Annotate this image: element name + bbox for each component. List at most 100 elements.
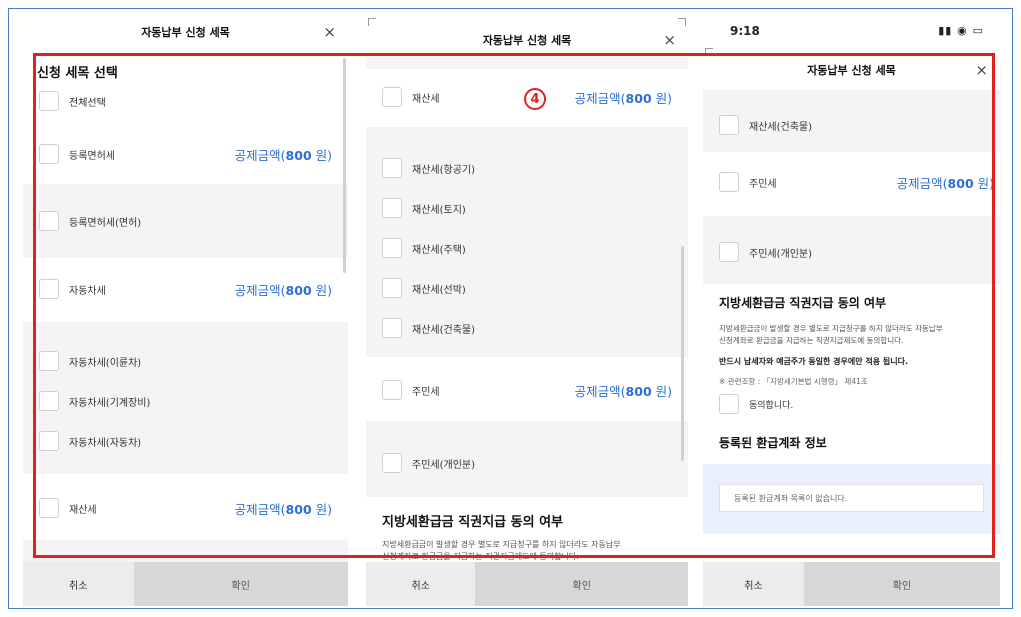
scrollbar[interactable]	[681, 246, 684, 461]
sub-items-group	[366, 57, 688, 69]
dialog-header: 자동납부 신청 세목 ×	[366, 18, 688, 62]
related-law: ※ 관련조항 : 「지방세기본법 시행령」 제41조	[719, 377, 868, 386]
tax-label: 재산세(항공기)	[412, 164, 476, 176]
tax-label: 자동차세(자동차)	[69, 437, 142, 449]
account-title: 등록된 환급계좌 정보	[719, 436, 827, 450]
tax-label: 등록면허세	[69, 150, 115, 162]
panel-3: 9:18 ▮▮ ◉ ▭ 자동납부 신청 세목 × 재산세(건축물) 주민세 공제…	[703, 10, 1000, 606]
no-account-message: 등록된 환급계좌 목록이 없습니다.	[719, 484, 984, 512]
confirm-button[interactable]: 확인	[475, 562, 688, 606]
checkbox[interactable]	[39, 498, 59, 518]
checkbox[interactable]	[719, 172, 739, 192]
agree-row[interactable]: 동의합니다.	[703, 389, 1000, 419]
checkbox[interactable]	[39, 211, 59, 231]
tax-label: 재산세(건축물)	[749, 121, 813, 133]
checkbox[interactable]	[39, 144, 59, 164]
consent-title: 지방세환급금 직권지급 동의 여부	[719, 296, 887, 310]
tax-label: 주민세(개인분)	[749, 248, 813, 260]
close-icon[interactable]: ×	[323, 23, 336, 41]
select-all-label: 전체선택	[69, 97, 106, 109]
close-icon[interactable]: ×	[975, 61, 988, 79]
tax-row[interactable]: 재산세(토지)	[366, 193, 688, 223]
tax-label: 자동차세(기계장비)	[69, 397, 151, 409]
deduction-amount: 공제금액(800 원)	[574, 383, 672, 399]
checkbox[interactable]	[382, 198, 402, 218]
agree-checkbox[interactable]	[719, 394, 739, 414]
checkbox[interactable]	[39, 391, 59, 411]
status-bar: 9:18 ▮▮ ◉ ▭	[703, 10, 1000, 48]
tax-row[interactable]: 자동차세(기계장비)	[23, 386, 348, 416]
tax-row[interactable]: 자동차세(이륜차)	[23, 346, 348, 376]
deduction-amount: 공제금액(800 원)	[234, 282, 332, 298]
bottom-actions: 취소 확인	[703, 562, 1000, 606]
bottom-actions: 취소 확인	[366, 562, 688, 606]
checkbox[interactable]	[719, 242, 739, 262]
sub-items-group: 자동차세(이륜차) 자동차세(기계장비) 자동차세(자동차)	[23, 322, 348, 474]
agree-label: 동의합니다.	[749, 400, 794, 411]
sub-items-group: 등록면허세(면허)	[23, 184, 348, 258]
checkbox[interactable]	[39, 351, 59, 371]
tax-row[interactable]: 재산세(주택)	[366, 233, 688, 263]
cancel-button[interactable]: 취소	[23, 562, 134, 606]
checkbox[interactable]	[39, 431, 59, 451]
tax-label: 재산세(선박)	[412, 284, 466, 296]
checkbox[interactable]	[39, 279, 59, 299]
tax-label: 재산세(건축물)	[412, 324, 476, 336]
tax-row[interactable]: 재산세 공제금액(800 원)	[23, 493, 348, 523]
tax-label: 재산세(주택)	[412, 244, 466, 256]
checkbox[interactable]	[382, 453, 402, 473]
consent-text: 지방세환급금이 발생할 경우 별도로 지급청구를 하지 않더라도 자동납부 신청…	[719, 324, 943, 345]
tax-row[interactable]: 자동차세 공제금액(800 원)	[23, 274, 348, 304]
dialog-title: 자동납부 신청 세목	[482, 34, 572, 47]
checkbox[interactable]	[382, 380, 402, 400]
tax-label: 주민세	[412, 386, 440, 398]
tax-label: 재산세(토지)	[412, 204, 466, 216]
cancel-button[interactable]: 취소	[366, 562, 476, 606]
select-all-row[interactable]: 전체선택	[23, 86, 348, 116]
deduction-amount: 공제금액(800 원)	[896, 175, 994, 191]
tax-row[interactable]: 주민세(개인분)	[703, 237, 1000, 267]
tax-row[interactable]: 등록면허세(면허)	[23, 206, 348, 236]
checkbox[interactable]	[39, 91, 59, 111]
sub-items-group: 주민세(개인분)	[366, 421, 688, 497]
tax-row[interactable]: 재산세(건축물)	[703, 110, 1000, 140]
confirm-button[interactable]: 확인	[803, 562, 1000, 606]
sub-items-group	[23, 540, 348, 562]
tax-label: 자동차세(이륜차)	[69, 357, 142, 369]
dialog-title: 자동납부 신청 세목	[141, 26, 230, 39]
consent-title: 지방세환급금 직권지급 동의 여부	[382, 515, 564, 530]
tax-row[interactable]: 자동차세(자동차)	[23, 426, 348, 456]
status-time: 9:18	[730, 24, 760, 38]
scrollbar[interactable]	[343, 58, 346, 273]
tax-label: 주민세	[749, 178, 777, 190]
tax-label: 등록면허세(면허)	[69, 217, 142, 229]
section-title: 신청 세목 선택	[37, 66, 118, 81]
tax-row[interactable]: 재산세(건축물)	[366, 313, 688, 343]
cancel-button[interactable]: 취소	[703, 562, 804, 606]
tax-row[interactable]: 주민세 공제금액(800 원)	[366, 375, 688, 405]
checkbox[interactable]	[382, 87, 402, 107]
sub-items-group: 재산세(항공기) 재산세(토지) 재산세(주택) 재산세(선박) 재산세(건축물…	[366, 127, 688, 357]
step-marker: 4	[524, 88, 546, 110]
close-icon[interactable]: ×	[663, 31, 676, 49]
sub-items-group: 주민세(개인분)	[703, 216, 1000, 284]
tax-row[interactable]: 주민세(개인분)	[366, 448, 688, 478]
tax-row[interactable]: 재산세(선박)	[366, 273, 688, 303]
checkbox[interactable]	[382, 318, 402, 338]
confirm-button[interactable]: 확인	[133, 562, 348, 606]
checkbox[interactable]	[719, 115, 739, 135]
dialog-header: 자동납부 신청 세목 ×	[23, 10, 348, 54]
checkbox[interactable]	[382, 158, 402, 178]
bottom-actions: 취소 확인	[23, 562, 348, 606]
tax-label: 주민세(개인분)	[412, 459, 476, 471]
deduction-amount: 공제금액(800 원)	[234, 501, 332, 517]
tax-row[interactable]: 재산세(항공기)	[366, 153, 688, 183]
tax-row[interactable]: 등록면허세 공제금액(800 원)	[23, 139, 348, 169]
panel-1: 자동납부 신청 세목 × 신청 세목 선택 전체선택 등록면허세 공제금액(80…	[23, 10, 348, 606]
tax-row[interactable]: 주민세 공제금액(800 원)	[703, 167, 1000, 197]
tax-label: 재산세	[412, 93, 440, 105]
tax-label: 자동차세	[69, 285, 106, 297]
consent-text: 지방세환급금이 발생할 경우 별도로 지급청구를 하지 않더라도 자동납부 신청…	[382, 540, 621, 561]
checkbox[interactable]	[382, 278, 402, 298]
checkbox[interactable]	[382, 238, 402, 258]
